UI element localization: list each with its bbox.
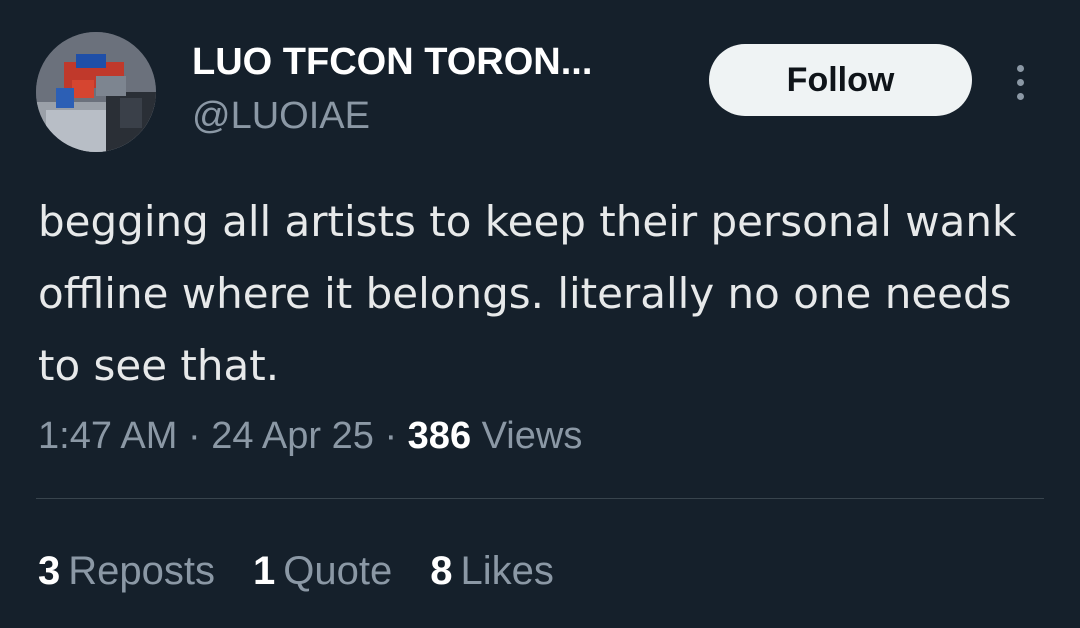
tweet-time[interactable]: 1:47 AM xyxy=(38,415,177,457)
avatar[interactable] xyxy=(36,32,156,152)
tweet-text: begging all artists to keep their person… xyxy=(38,197,1017,390)
meta-separator: · xyxy=(187,415,201,457)
author-handle[interactable]: @LUOIAE xyxy=(192,94,370,138)
more-dot xyxy=(1016,64,1024,72)
views-count: 386 xyxy=(407,415,472,457)
quotes-stat[interactable]: 1 Quote xyxy=(253,548,392,594)
engagement-stats: 3 Reposts 1 Quote 8 Likes xyxy=(38,548,554,594)
more-vertical-icon[interactable] xyxy=(1002,56,1038,108)
views-label: Views xyxy=(481,415,583,457)
quotes-label: Quote xyxy=(283,549,393,593)
quotes-count: 1 xyxy=(253,549,276,593)
author-display-name[interactable]: LUO TFCON TORON... xyxy=(192,40,592,84)
tweet-meta: 1:47 AM · 24 Apr 25 · 386 Views xyxy=(38,414,582,458)
likes-label: Likes xyxy=(460,549,554,593)
more-dot xyxy=(1016,78,1024,86)
likes-stat[interactable]: 8 Likes xyxy=(430,548,554,594)
reposts-count: 3 xyxy=(38,549,61,593)
reposts-label: Reposts xyxy=(68,549,215,593)
more-dot xyxy=(1016,92,1024,100)
toy-robot-photo-avatar-icon xyxy=(36,32,156,152)
likes-count: 8 xyxy=(430,549,453,593)
follow-button[interactable]: Follow xyxy=(709,44,972,116)
meta-separator: · xyxy=(384,415,398,457)
reposts-stat[interactable]: 3 Reposts xyxy=(38,548,215,594)
divider xyxy=(36,498,1044,499)
tweet-date[interactable]: 24 Apr 25 xyxy=(211,415,374,457)
